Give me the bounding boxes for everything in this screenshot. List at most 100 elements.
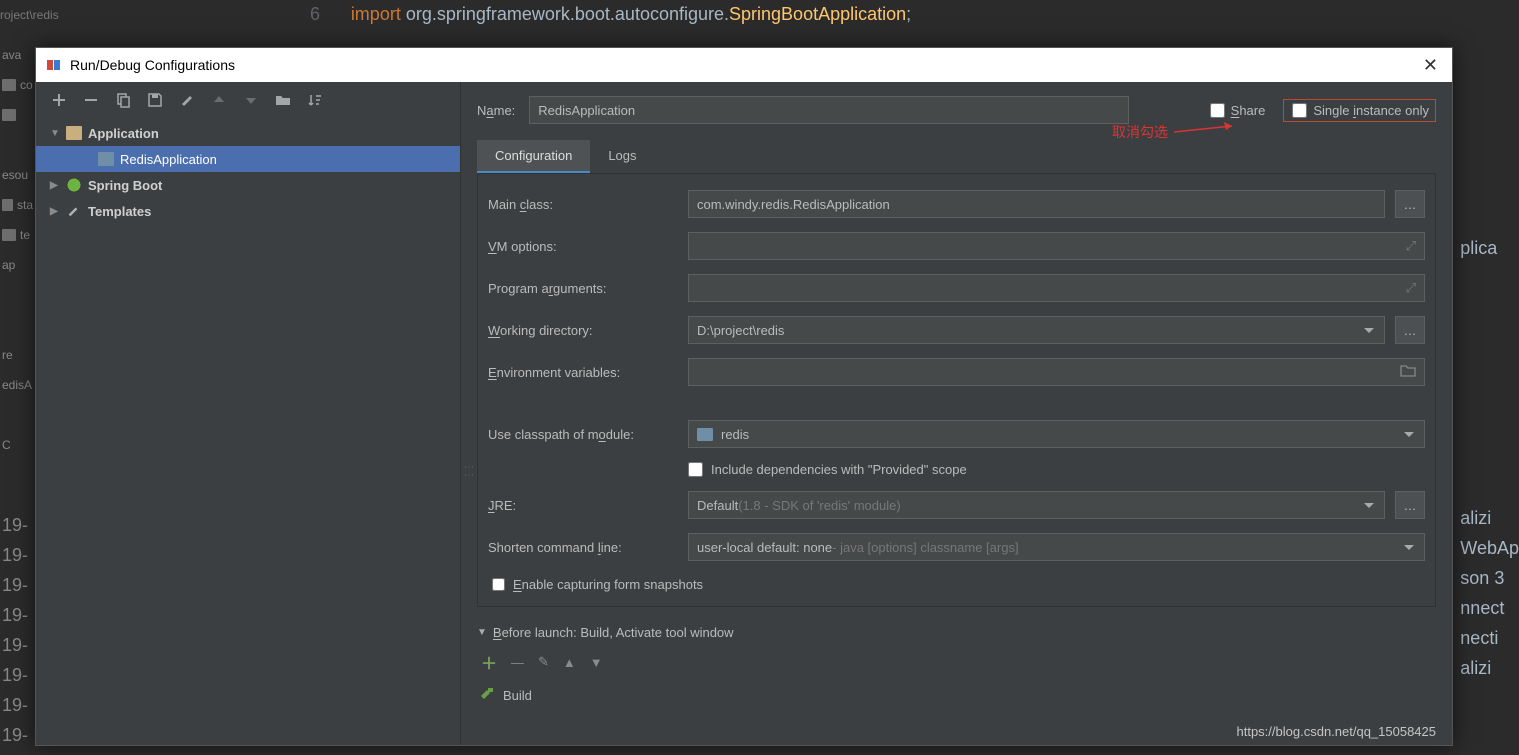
log-line: 19- [0,665,28,695]
log-line: 19- [0,635,28,665]
config-editor: ⋮⋮ Name: Share Single instance only 取消勾选 [461,82,1452,745]
env-vars-label: Environment variables: [488,365,678,380]
chevron-right-icon: ▶ [50,180,60,191]
console-left: 19- 19- 19- 19- 19- 19- 19- 19- [0,515,28,755]
folder-open-icon[interactable] [1400,364,1416,380]
ide-path: roject\redis [0,8,59,22]
single-instance-checkbox[interactable]: Single instance only [1283,99,1436,122]
remove-task-button[interactable]: — [511,655,524,670]
jre-field[interactable]: Default (1.8 - SDK of 'redis' module) [688,491,1385,519]
tree-node-application[interactable]: ▼ Application [36,120,460,146]
build-task-label: Build [503,688,532,703]
configurations-panel: ▼ Application RedisApplication ▶ Spring … [36,82,461,745]
annotation: 取消勾选 [1112,122,1242,142]
main-class-field[interactable]: com.windy.redis.RedisApplication [688,190,1385,218]
tree-label: RedisApplication [120,152,217,167]
expand-icon[interactable]: ⤢ [1406,280,1416,296]
provided-scope-checkbox-input[interactable] [688,462,703,477]
tab-logs[interactable]: Logs [590,140,654,173]
close-icon[interactable]: ✕ [1419,55,1442,76]
browse-working-dir-button[interactable]: … [1395,316,1425,344]
log-line: 19- [0,515,28,545]
browse-main-class-button[interactable]: … [1395,190,1425,218]
bg-item: esou [0,160,35,190]
log-line: alizi [1460,508,1519,538]
edit-task-button[interactable]: ✎ [538,654,549,670]
line-number: 6 [280,4,340,25]
config-tree: ▼ Application RedisApplication ▶ Spring … [36,118,460,745]
code-keyword: import [351,4,401,24]
arrow-icon [1172,122,1242,142]
log-line: WebAp [1460,538,1519,568]
log-line: 19- [0,575,28,605]
annotation-text: 取消勾选 [1112,122,1168,142]
name-label: Name: [477,103,515,118]
move-down-task-button[interactable]: ▼ [590,655,603,670]
move-up-task-button[interactable]: ▲ [563,655,576,670]
before-launch-toolbar: ＋ — ✎ ▲ ▼ [477,650,1436,674]
before-launch-header[interactable]: ▼ Before launch: Build, Activate tool wi… [477,625,1436,640]
share-checkbox[interactable]: Share [1210,103,1266,118]
name-input[interactable] [529,96,1129,124]
browse-jre-button[interactable]: … [1395,491,1425,519]
tree-label: Templates [88,204,151,219]
bg-item: ava [0,40,35,70]
dialog-titlebar[interactable]: Run/Debug Configurations ✕ [36,48,1452,82]
grip-handle[interactable]: ⋮⋮ [461,462,474,478]
vm-options-field[interactable]: ⤢ [688,232,1425,260]
working-dir-field[interactable]: D:\project\redis [688,316,1385,344]
add-task-button[interactable]: ＋ [481,650,497,674]
bg-item: sta [0,190,35,220]
bg-item: co [0,70,35,100]
snapshot-checkbox[interactable]: Enable capturing form snapshots [492,577,1425,592]
share-checkbox-input[interactable] [1210,103,1225,118]
tree-node-springboot[interactable]: ▶ Spring Boot [36,172,460,198]
console-right: plica alizi WebAp son 3 nnect necti aliz… [1460,238,1519,718]
build-task-row[interactable]: Build [477,682,1436,709]
classpath-field[interactable]: redis [688,420,1425,448]
program-args-field[interactable]: ⤢ [688,274,1425,302]
project-tree-fragment: ava co esou sta te ap re edisA C [0,40,35,460]
hammer-icon [479,686,495,705]
bg-item: re [0,340,35,370]
shorten-cmd-label: Shorten command line: [488,540,678,555]
jre-label: JRE: [488,498,678,513]
tree-node-redisapplication[interactable]: RedisApplication [36,146,460,172]
shorten-cmd-row: Shorten command line: user-local default… [488,533,1425,561]
log-line: 19- [0,545,28,575]
tree-node-templates[interactable]: ▶ Templates [36,198,460,224]
settings-button[interactable] [178,91,196,109]
classpath-row: Use classpath of module: redis [488,420,1425,448]
snapshot-checkbox-input[interactable] [492,578,505,591]
folder-button[interactable] [274,91,292,109]
chevron-down-icon: ▼ [477,627,487,638]
editor-line: 6 import org.springframework.boot.autoco… [260,0,931,30]
move-down-button[interactable] [242,91,260,109]
move-up-button[interactable] [210,91,228,109]
chevron-right-icon: ▶ [50,206,60,217]
log-line: 19- [0,605,28,635]
log-line: 19- [0,725,28,755]
tree-label: Spring Boot [88,178,162,193]
config-icon [98,152,114,166]
expand-icon[interactable]: ⤢ [1406,238,1416,254]
remove-button[interactable] [82,91,100,109]
shorten-cmd-field[interactable]: user-local default: none - java [options… [688,533,1425,561]
bg-item: te [0,220,35,250]
provided-scope-checkbox[interactable]: Include dependencies with "Provided" sco… [688,462,1425,477]
copy-button[interactable] [114,91,132,109]
tab-configuration[interactable]: Configuration [477,140,590,173]
single-instance-checkbox-input[interactable] [1292,103,1307,118]
spring-icon [66,178,82,192]
config-toolbar [36,82,460,118]
main-class-label: Main class: [488,197,678,212]
app-icon [46,57,62,73]
add-button[interactable] [50,91,68,109]
sort-button[interactable] [306,91,324,109]
chevron-down-icon: ▼ [50,128,60,139]
working-dir-label: Working directory: [488,323,678,338]
save-button[interactable] [146,91,164,109]
env-vars-field[interactable] [688,358,1425,386]
application-icon [66,126,82,140]
run-config-dialog: Run/Debug Configurations ✕ ▼ Applicati [35,47,1453,746]
